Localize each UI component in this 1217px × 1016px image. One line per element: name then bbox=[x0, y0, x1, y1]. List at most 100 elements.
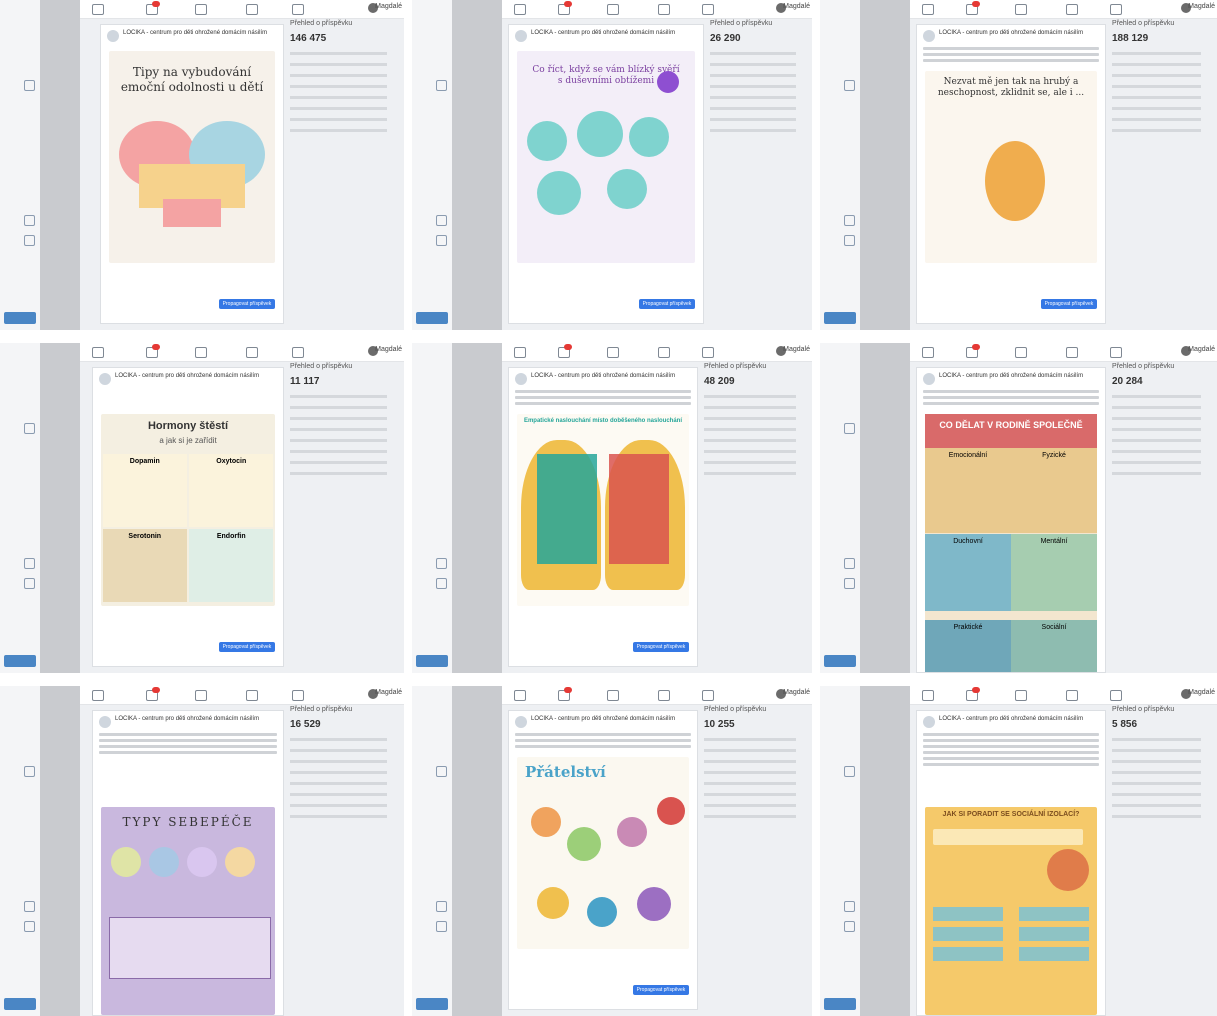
page-avatar[interactable] bbox=[107, 30, 119, 42]
store-icon[interactable] bbox=[195, 690, 207, 701]
store-icon[interactable] bbox=[1015, 690, 1027, 701]
external-link-icon[interactable] bbox=[436, 901, 447, 912]
user-name[interactable]: Magdalé bbox=[1188, 346, 1215, 353]
home-icon[interactable] bbox=[514, 347, 526, 358]
external-link-icon[interactable] bbox=[844, 901, 855, 912]
external-link-icon[interactable] bbox=[24, 80, 35, 91]
external-link-icon[interactable] bbox=[436, 235, 447, 246]
infographic-image[interactable]: Co říct, když se vám blízký svěří s duše… bbox=[517, 51, 695, 263]
user-name[interactable]: Magdalé bbox=[375, 3, 402, 10]
home-icon[interactable] bbox=[92, 347, 104, 358]
groups-icon[interactable] bbox=[658, 347, 670, 358]
groups-icon[interactable] bbox=[246, 4, 258, 15]
user-name[interactable]: Magdalé bbox=[783, 346, 810, 353]
external-link-icon[interactable] bbox=[844, 921, 855, 932]
infographic-image[interactable]: Přátelství bbox=[517, 757, 689, 949]
user-name[interactable]: Magdalé bbox=[1188, 689, 1215, 696]
external-link-icon[interactable] bbox=[844, 80, 855, 91]
user-name[interactable]: Magdalé bbox=[783, 689, 810, 696]
infographic-image[interactable]: Co dělat v rodině společně Emocionální F… bbox=[925, 414, 1097, 672]
store-icon[interactable] bbox=[607, 347, 619, 358]
home-icon[interactable] bbox=[514, 690, 526, 701]
infographic-image[interactable]: Typy sebepéče bbox=[101, 807, 275, 1015]
infographic-image[interactable]: Hormony štěstí a jak si je zařídit Dopam… bbox=[101, 414, 275, 606]
promote-button[interactable]: Propagovat příspěvek bbox=[1041, 299, 1097, 309]
external-link-icon[interactable] bbox=[24, 215, 35, 226]
infographic-image[interactable]: Empatické naslouchání místo doběšeného n… bbox=[517, 414, 689, 606]
groups-icon[interactable] bbox=[658, 4, 670, 15]
promote-button[interactable]: Propagovat příspěvek bbox=[219, 642, 275, 652]
external-link-icon[interactable] bbox=[844, 578, 855, 589]
page-name[interactable]: LOCIKA - centrum pro děti ohrožené domác… bbox=[123, 30, 267, 36]
menu-icon[interactable] bbox=[1110, 347, 1122, 358]
home-icon[interactable] bbox=[514, 4, 526, 15]
sidebar-button[interactable] bbox=[416, 655, 448, 667]
page-name[interactable]: LOCIKA - centrum pro děti ohrožené domác… bbox=[939, 30, 1083, 36]
page-avatar[interactable] bbox=[515, 30, 527, 42]
external-link-icon[interactable] bbox=[24, 558, 35, 569]
page-name[interactable]: LOCIKA - centrum pro děti ohrožené domác… bbox=[115, 373, 259, 379]
user-name[interactable]: Magdalé bbox=[783, 3, 810, 10]
external-link-icon[interactable] bbox=[436, 766, 447, 777]
store-icon[interactable] bbox=[607, 4, 619, 15]
menu-icon[interactable] bbox=[292, 690, 304, 701]
page-name[interactable]: LOCIKA - centrum pro děti ohrožené domác… bbox=[939, 373, 1083, 379]
menu-icon[interactable] bbox=[702, 4, 714, 15]
external-link-icon[interactable] bbox=[24, 901, 35, 912]
infographic-image[interactable]: Jak si poradit se sociální izolací? bbox=[925, 807, 1097, 1015]
menu-icon[interactable] bbox=[1110, 4, 1122, 15]
page-avatar[interactable] bbox=[923, 373, 935, 385]
external-link-icon[interactable] bbox=[844, 766, 855, 777]
external-link-icon[interactable] bbox=[24, 766, 35, 777]
home-icon[interactable] bbox=[92, 690, 104, 701]
external-link-icon[interactable] bbox=[24, 423, 35, 434]
home-icon[interactable] bbox=[92, 4, 104, 15]
menu-icon[interactable] bbox=[702, 690, 714, 701]
external-link-icon[interactable] bbox=[24, 921, 35, 932]
groups-icon[interactable] bbox=[246, 347, 258, 358]
external-link-icon[interactable] bbox=[844, 423, 855, 434]
external-link-icon[interactable] bbox=[436, 80, 447, 91]
external-link-icon[interactable] bbox=[24, 235, 35, 246]
external-link-icon[interactable] bbox=[844, 558, 855, 569]
page-avatar[interactable] bbox=[923, 716, 935, 728]
external-link-icon[interactable] bbox=[844, 235, 855, 246]
groups-icon[interactable] bbox=[1066, 690, 1078, 701]
external-link-icon[interactable] bbox=[436, 215, 447, 226]
store-icon[interactable] bbox=[1015, 4, 1027, 15]
page-name[interactable]: LOCIKA - centrum pro děti ohrožené domác… bbox=[531, 373, 675, 379]
page-avatar[interactable] bbox=[923, 30, 935, 42]
groups-icon[interactable] bbox=[658, 690, 670, 701]
promote-button[interactable]: Propagovat příspěvek bbox=[219, 299, 275, 309]
page-avatar[interactable] bbox=[515, 716, 527, 728]
user-name[interactable]: Magdalé bbox=[375, 346, 402, 353]
promote-button[interactable]: Propagovat příspěvek bbox=[639, 299, 695, 309]
user-name[interactable]: Magdalé bbox=[375, 689, 402, 696]
infographic-image[interactable]: Nezvat mě jen tak na hrubý a neschopnost… bbox=[925, 71, 1097, 263]
groups-icon[interactable] bbox=[246, 690, 258, 701]
sidebar-button[interactable] bbox=[4, 655, 36, 667]
external-link-icon[interactable] bbox=[24, 578, 35, 589]
store-icon[interactable] bbox=[607, 690, 619, 701]
page-name[interactable]: LOCIKA - centrum pro děti ohrožené domác… bbox=[531, 716, 675, 722]
page-avatar[interactable] bbox=[99, 716, 111, 728]
external-link-icon[interactable] bbox=[436, 558, 447, 569]
promote-button[interactable]: Propagovat příspěvek bbox=[633, 985, 689, 995]
menu-icon[interactable] bbox=[702, 347, 714, 358]
external-link-icon[interactable] bbox=[844, 215, 855, 226]
sidebar-button[interactable] bbox=[416, 998, 448, 1010]
menu-icon[interactable] bbox=[292, 4, 304, 15]
menu-icon[interactable] bbox=[292, 347, 304, 358]
sidebar-button[interactable] bbox=[4, 312, 36, 324]
home-icon[interactable] bbox=[922, 4, 934, 15]
sidebar-button[interactable] bbox=[4, 998, 36, 1010]
sidebar-button[interactable] bbox=[824, 655, 856, 667]
sidebar-button[interactable] bbox=[824, 312, 856, 324]
groups-icon[interactable] bbox=[1066, 347, 1078, 358]
home-icon[interactable] bbox=[922, 347, 934, 358]
page-name[interactable]: LOCIKA - centrum pro děti ohrožené domác… bbox=[531, 30, 675, 36]
home-icon[interactable] bbox=[922, 690, 934, 701]
page-name[interactable]: LOCIKA - centrum pro děti ohrožené domác… bbox=[939, 716, 1083, 722]
sidebar-button[interactable] bbox=[824, 998, 856, 1010]
promote-button[interactable]: Propagovat příspěvek bbox=[633, 642, 689, 652]
